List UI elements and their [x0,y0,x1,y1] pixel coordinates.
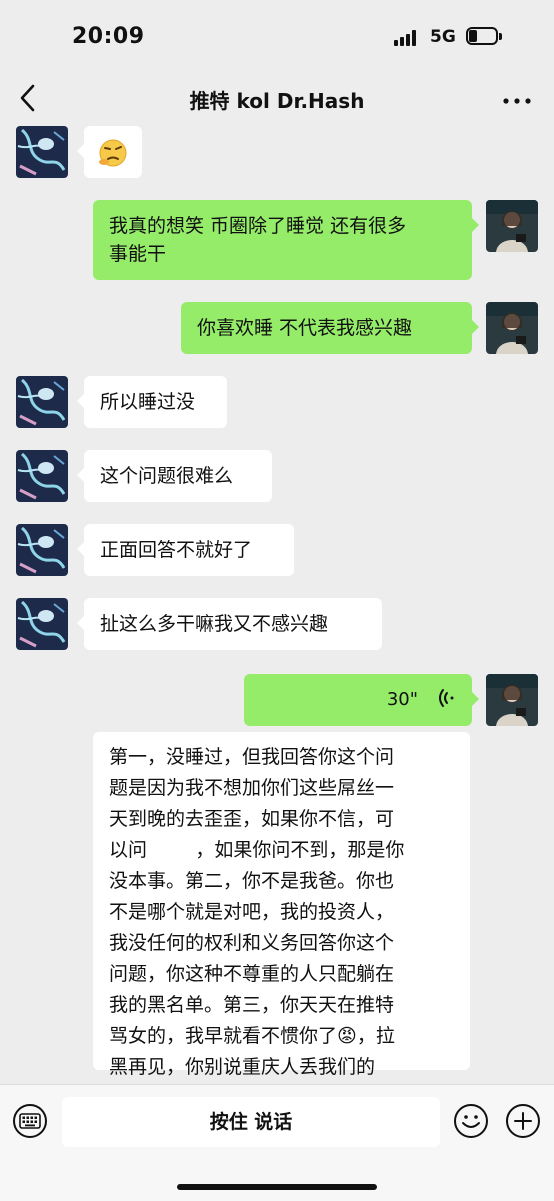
network-type: 5G [430,27,456,47]
keyboard-icon[interactable] [12,1103,48,1139]
contact-avatar[interactable] [16,126,68,178]
bubble-tail [472,320,479,334]
contact-avatar[interactable] [16,450,68,502]
voice-message-bubble[interactable]: 30" [244,674,472,726]
user-photo-avatar-icon [486,674,538,726]
bubble-tail [472,692,479,706]
message-bubble-incoming[interactable]: 第一，没睡过，但我回答你这个问 题是因为我不想加你们这些屌丝一 天到晚的去歪歪，… [93,732,470,1078]
emoji-icon[interactable] [453,1103,489,1139]
battery-icon [466,27,502,47]
my-avatar[interactable] [486,302,538,354]
message-text: 扯这么多干嘛我又不感兴趣 [100,613,329,635]
chat-header: 推特 kol Dr.Hash [0,72,554,124]
anime-avatar-icon [16,524,68,576]
anime-avatar-icon [16,450,68,502]
bubble-tail [77,394,84,408]
bubble-tail [472,218,479,232]
status-time: 20:09 [72,24,145,49]
message-bubble-incoming[interactable]: 正面回答不就好了 [84,524,294,576]
message-text: 所以睡过没 [100,391,196,413]
thinking-face-emoji-icon [99,139,127,167]
home-indicator[interactable] [177,1184,377,1190]
message-bubble-sticker[interactable] [84,126,142,178]
contact-avatar[interactable] [16,524,68,576]
message-text-long: 第一，没睡过，但我回答你这个问 题是因为我不想加你们这些屌丝一 天到晚的去歪歪，… [109,742,454,1083]
message-bubble-outgoing[interactable]: 你喜欢睡 不代表我感兴趣 [181,302,472,354]
my-avatar[interactable] [486,674,538,726]
voice-duration: 30" [386,689,418,710]
message-bubble-incoming[interactable]: 这个问题很难么 [84,450,272,502]
message-list[interactable]: 我真的想笑 币圈除了睡觉 还有很多 事能干 你喜欢睡 不代表我感兴趣 所以睡过没… [0,124,554,1084]
message-text-part: 第一，没睡过，但我回答你这个问 题是因为我不想加你们这些屌丝一 天到晚的去歪歪，… [109,746,405,1047]
anime-avatar-icon [16,376,68,428]
chat-title: 推特 kol Dr.Hash [189,89,365,113]
bubble-tail [77,468,84,482]
angry-face-emoji: 😡 [337,1025,357,1047]
my-avatar[interactable] [486,200,538,252]
status-bar: 20:09 5G [0,0,554,72]
anime-avatar-icon [16,126,68,178]
message-bubble-outgoing[interactable]: 我真的想笑 币圈除了睡觉 还有很多 事能干 [93,200,472,280]
contact-avatar[interactable] [16,598,68,650]
message-text: 我真的想笑 币圈除了睡觉 还有很多 事能干 [109,215,407,265]
voice-wave-icon [439,689,454,707]
signal-icon [394,30,420,46]
bubble-tail [77,616,84,630]
message-text: 正面回答不就好了 [100,539,253,561]
contact-avatar[interactable] [16,376,68,428]
more-dots-icon [503,98,531,104]
message-bubble-incoming[interactable]: 扯这么多干嘛我又不感兴趣 [84,598,382,650]
message-bubble-incoming[interactable]: 所以睡过没 [84,376,227,428]
more-button[interactable] [502,92,532,104]
message-text: 你喜欢睡 不代表我感兴趣 [197,317,413,339]
anime-avatar-icon [16,598,68,650]
user-photo-avatar-icon [486,200,538,252]
bubble-tail [77,144,84,158]
plus-icon[interactable] [505,1103,541,1139]
message-text: 这个问题很难么 [100,465,234,487]
hold-to-talk-button[interactable]: 按住 说话 [62,1097,440,1147]
user-photo-avatar-icon [486,302,538,354]
bubble-tail [77,542,84,556]
